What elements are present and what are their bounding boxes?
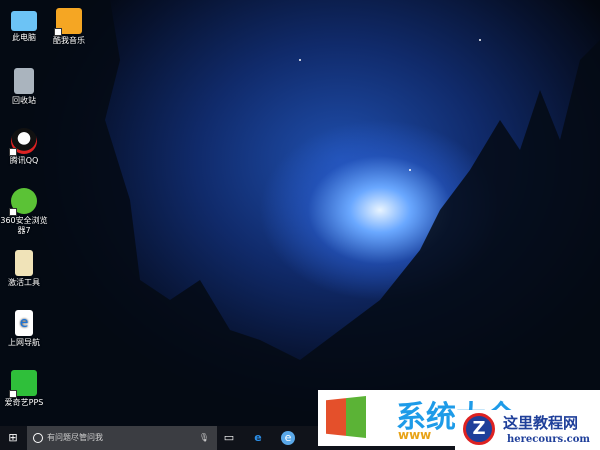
360-browser-icon xyxy=(9,188,37,216)
ie-file-icon: e xyxy=(15,310,33,336)
desktop-icon-activation-tool[interactable]: 激活工具 xyxy=(0,250,48,288)
computer-icon xyxy=(11,11,37,31)
start-button[interactable]: ⊞ xyxy=(6,431,20,445)
iqiyi-icon xyxy=(9,370,37,398)
recycle-bin-icon xyxy=(14,68,34,94)
desktop-icon-kuwo[interactable]: 酷我音乐 xyxy=(45,8,93,46)
z-logo-icon: Z xyxy=(463,413,495,445)
microphone-icon[interactable]: 🎙 xyxy=(199,426,209,450)
ie-browser-icon[interactable]: e xyxy=(281,431,295,445)
qq-icon xyxy=(9,128,37,156)
desktop-icon-qq[interactable]: 腾讯QQ xyxy=(0,128,48,166)
kuwo-music-icon xyxy=(54,8,82,36)
desktop-icon-this-pc[interactable]: 此电脑 xyxy=(0,8,48,43)
cortana-icon xyxy=(33,433,43,443)
task-view-button[interactable]: ▭ xyxy=(222,431,236,445)
edge-icon[interactable]: e xyxy=(251,431,265,445)
desktop-icon-iqiyi[interactable]: 爱奇艺PPS xyxy=(0,370,48,408)
watermark-herecours: Z 这里教程网 herecours.com xyxy=(455,410,600,450)
desktop-icon-360-browser[interactable]: 360安全浏览器7 xyxy=(0,188,48,236)
search-box[interactable]: 有问题尽管问我 🎙 xyxy=(27,426,217,450)
desktop-icon-web-nav[interactable]: e 上网导航 xyxy=(0,310,48,348)
file-icon xyxy=(15,250,33,276)
desktop-icon-recycle-bin[interactable]: 回收站 xyxy=(0,68,48,106)
windows-logo-icon xyxy=(326,396,366,438)
forest-silhouette xyxy=(0,0,600,426)
